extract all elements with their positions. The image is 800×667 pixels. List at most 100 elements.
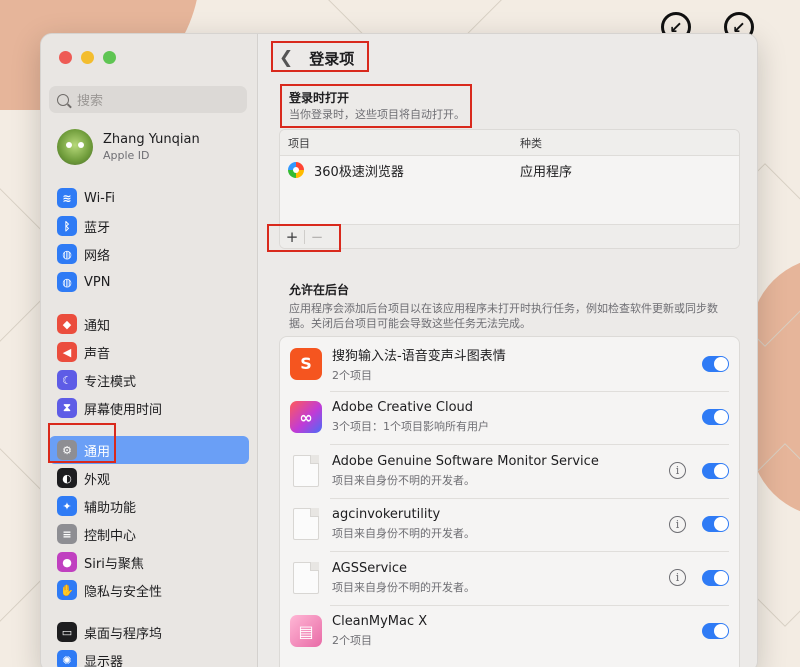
avatar [57, 129, 93, 165]
item-subtitle: 项目来自身份不明的开发者。 [332, 473, 475, 487]
account-name: Zhang Yunqian [103, 132, 200, 147]
control-center-icon: ≡ [57, 524, 77, 544]
item-subtitle: 2个项目 [332, 368, 372, 382]
table-row[interactable]: 360极速浏览器 应用程序 [280, 156, 739, 184]
display-icon: ✺ [57, 650, 77, 667]
creative-cloud-icon: ∞ [290, 401, 322, 434]
enable-toggle[interactable] [702, 409, 729, 426]
row-kind: 应用程序 [520, 164, 573, 180]
minimize-button[interactable] [81, 51, 94, 64]
close-button[interactable] [59, 51, 72, 64]
sidebar-item-label: Wi-Fi [84, 190, 116, 206]
info-icon[interactable]: i [669, 462, 686, 480]
background-items-header: 允许在后台 应用程序会添加后台项目以在该应用程序未打开时执行任务，例如检查软件更… [289, 281, 739, 331]
highlight-box [271, 41, 369, 72]
item-name: Adobe Genuine Software Monitor Service [332, 453, 599, 469]
enable-toggle[interactable] [702, 516, 729, 533]
highlight-box [48, 423, 116, 463]
info-icon[interactable]: i [669, 569, 686, 587]
settings-window: 搜索 Zhang Yunqian Apple ID ≋ Wi-Fi ᛒ 蓝牙 ◍ 网络 ◍ V… [40, 33, 758, 667]
sidebar: 搜索 Zhang Yunqian Apple ID ≋ Wi-Fi ᛒ 蓝牙 ◍ 网络 ◍ V… [41, 34, 258, 667]
table-footer: + − [280, 224, 739, 248]
item-name: 搜狗输入法-语音变声斗图表情 [332, 348, 506, 364]
enable-toggle[interactable] [702, 569, 729, 586]
document-icon [293, 454, 319, 487]
sidebar-item-label: Siri与聚焦 [84, 556, 144, 572]
item-text: AGSService 项目来自身份不明的开发者。 [332, 561, 669, 595]
globe-icon: ◍ [57, 244, 77, 264]
column-header-kind[interactable]: 种类 [520, 135, 720, 151]
sidebar-item[interactable]: ▭ 桌面与程序坞 [49, 618, 249, 646]
sidebar-item-label: 桌面与程序坞 [84, 626, 163, 642]
sidebar-item[interactable]: ≡ 控制中心 [49, 520, 249, 548]
zoom-button[interactable] [103, 51, 116, 64]
main-panel: ❮ 登录项 登录时打开 当你登录时，这些项目将自动打开。 项目 种类 360极速… [259, 34, 757, 667]
sidebar-item[interactable]: ◍ VPN [49, 268, 249, 296]
bell-icon: ◆ [57, 314, 77, 334]
sidebar-item[interactable]: ✦ 辅助功能 [49, 492, 249, 520]
list-item: ∞ Adobe Creative Cloud 3个项目：1个项目影响所有用户 [280, 390, 739, 445]
vpn-icon: ◍ [57, 272, 77, 292]
sidebar-item[interactable]: ● Siri与聚焦 [49, 548, 249, 576]
search-icon [57, 93, 69, 106]
moon-icon: ☾ [57, 370, 77, 390]
item-name: AGSService [332, 560, 408, 576]
search-input[interactable]: 搜索 [49, 86, 247, 113]
sidebar-item-label: 辅助功能 [84, 500, 137, 516]
hourglass-icon: ⧗ [57, 398, 77, 418]
sidebar-item[interactable]: ◍ 网络 [49, 240, 249, 268]
bluetooth-icon: ᛒ [57, 216, 77, 236]
enable-toggle[interactable] [702, 623, 729, 640]
item-text: Adobe Creative Cloud 3个项目：1个项目影响所有用户 [332, 400, 702, 434]
nav-group-gap [49, 296, 249, 310]
window-controls [59, 51, 116, 64]
cleanmymac-icon: ▤ [290, 615, 322, 648]
sidebar-item[interactable]: ◆ 通知 [49, 310, 249, 338]
section-title: 允许在后台 [289, 283, 350, 297]
accessibility-icon: ✦ [57, 496, 77, 516]
sidebar-item[interactable]: ✺ 显示器 [49, 646, 249, 667]
sidebar-item[interactable]: ⧗ 屏幕使用时间 [49, 394, 249, 422]
column-header-item[interactable]: 项目 [280, 135, 520, 151]
search-placeholder: 搜索 [77, 94, 104, 109]
sidebar-item-label: 控制中心 [84, 528, 137, 544]
sidebar-item[interactable]: ✋ 隐私与安全性 [49, 576, 249, 604]
item-name: CleanMyMac X [332, 614, 428, 630]
login-items-table: 项目 种类 360极速浏览器 应用程序 + − [279, 129, 740, 249]
sidebar-item[interactable]: ◐ 外观 [49, 464, 249, 492]
sidebar-item-label: 网络 [84, 248, 111, 264]
sidebar-item-label: 显示器 [84, 654, 124, 667]
item-text: Adobe Genuine Software Monitor Service 项目… [332, 454, 669, 488]
sidebar-item-label: 隐私与安全性 [84, 584, 163, 600]
sidebar-item-label: 蓝牙 [84, 220, 111, 236]
sidebar-item-label: 声音 [84, 346, 111, 362]
enable-toggle[interactable] [702, 462, 729, 479]
info-icon[interactable]: i [669, 515, 686, 533]
sidebar-item[interactable]: ᛒ 蓝牙 [49, 212, 249, 240]
list-item: Adobe Genuine Software Monitor Service 项目… [280, 444, 739, 498]
sidebar-item[interactable]: ☾ 专注模式 [49, 366, 249, 394]
enable-toggle[interactable] [702, 355, 729, 372]
account-subtitle: Apple ID [103, 149, 150, 162]
360-browser-icon [288, 162, 304, 178]
highlight-box [280, 84, 472, 128]
siri-icon: ● [57, 552, 77, 572]
speaker-icon: ◀ [57, 342, 77, 362]
list-item: S 搜狗输入法-语音变声斗图表情 2个项目 [280, 337, 739, 391]
sidebar-item-label: 外观 [84, 472, 111, 488]
sidebar-item-label: 专注模式 [84, 374, 137, 390]
dock-icon: ▭ [57, 622, 77, 642]
background-items-list: S 搜狗输入法-语音变声斗图表情 2个项目 ∞ Adobe Creative Cloud… [279, 336, 740, 667]
sidebar-item[interactable]: ◀ 声音 [49, 338, 249, 366]
item-text: CleanMyMac X 2个项目 [332, 614, 702, 648]
nav-group-gap [49, 604, 249, 618]
sidebar-item[interactable]: ≋ Wi-Fi [49, 184, 249, 212]
list-item: AGSService 项目来自身份不明的开发者。 i [280, 551, 739, 605]
item-text: 搜狗输入法-语音变声斗图表情 2个项目 [332, 345, 702, 383]
row-name: 360极速浏览器 [314, 164, 404, 180]
document-icon [293, 561, 319, 594]
wifi-icon: ≋ [57, 188, 77, 208]
apple-id-account[interactable]: Zhang Yunqian Apple ID [57, 129, 200, 165]
sidebar-item-label: 通知 [84, 318, 111, 334]
sogou-icon: S [290, 347, 322, 380]
